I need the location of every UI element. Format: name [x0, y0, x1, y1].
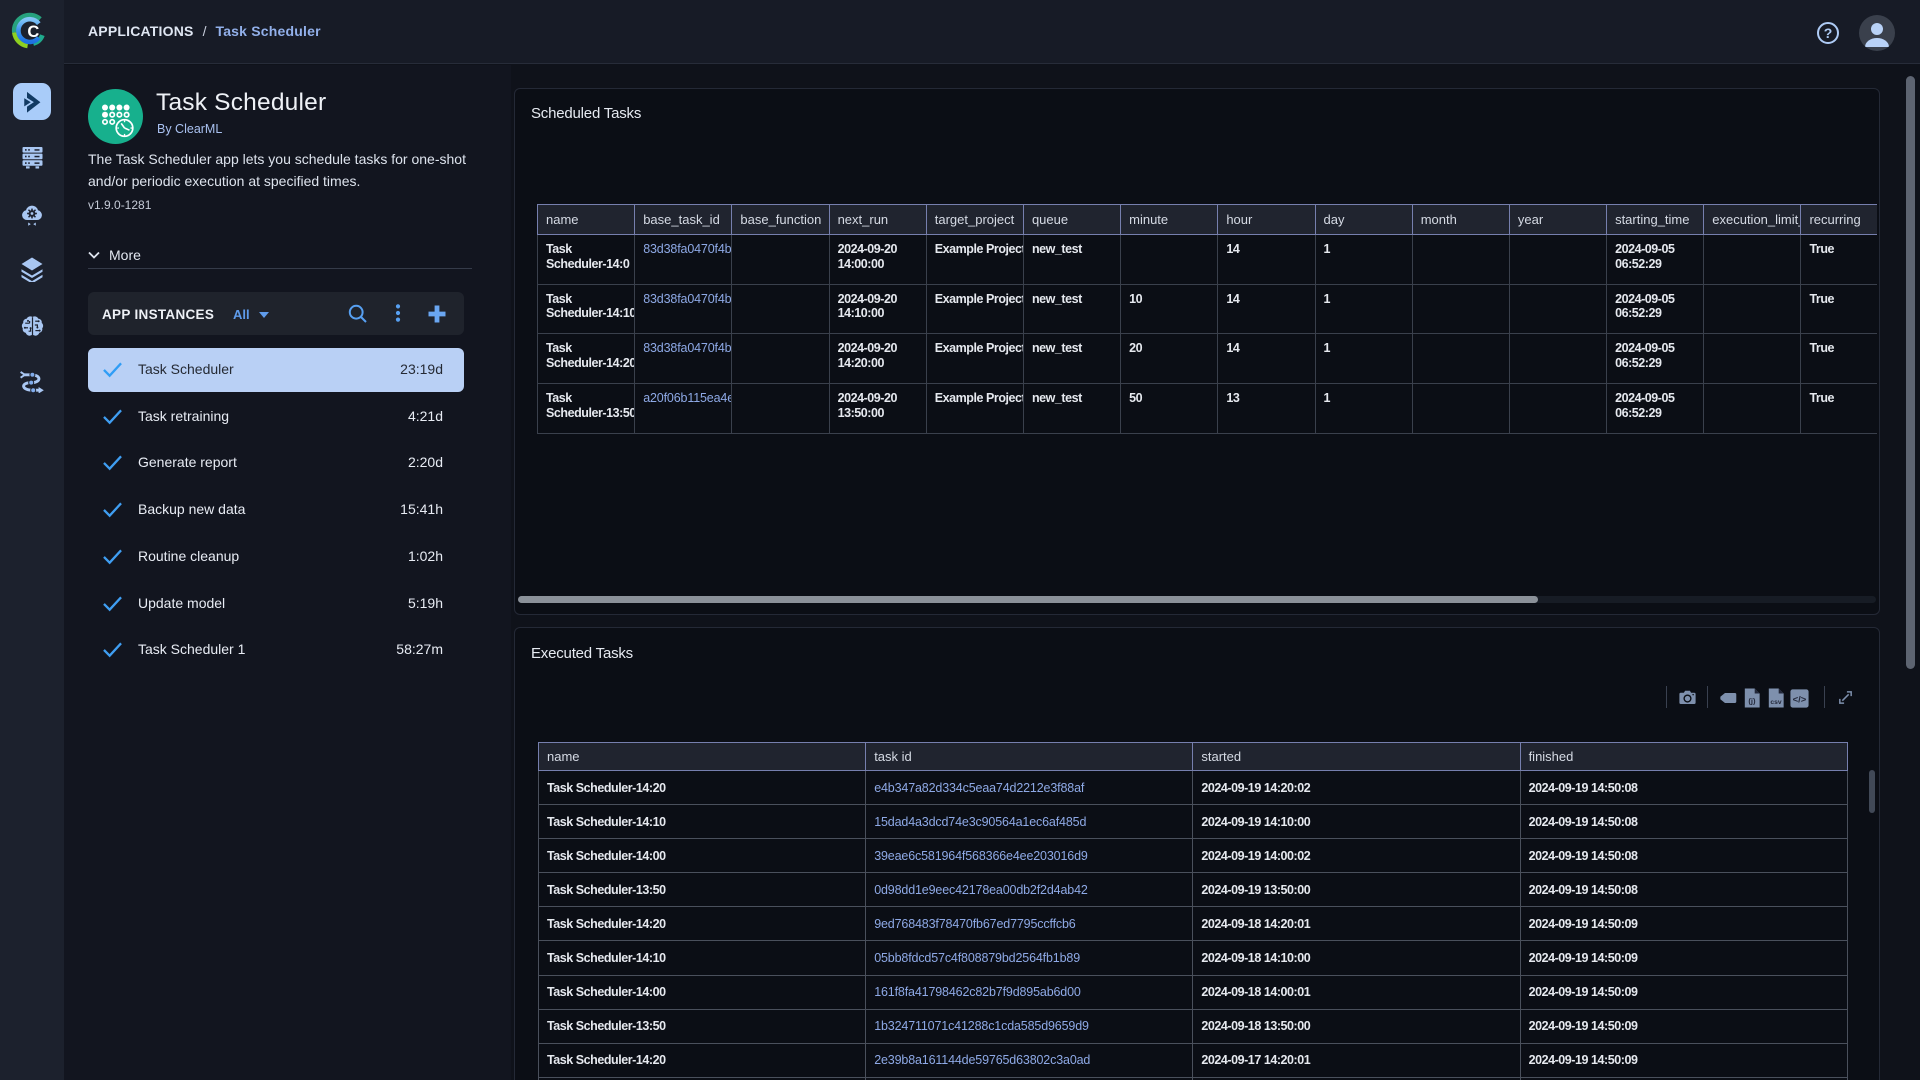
svg-text:(j): (j): [1748, 696, 1756, 705]
svg-text:csv: csv: [1770, 699, 1782, 706]
svg-text:C: C: [27, 23, 39, 41]
svg-text:</>: </>: [1793, 694, 1807, 705]
svg-text:?: ?: [1824, 25, 1833, 41]
